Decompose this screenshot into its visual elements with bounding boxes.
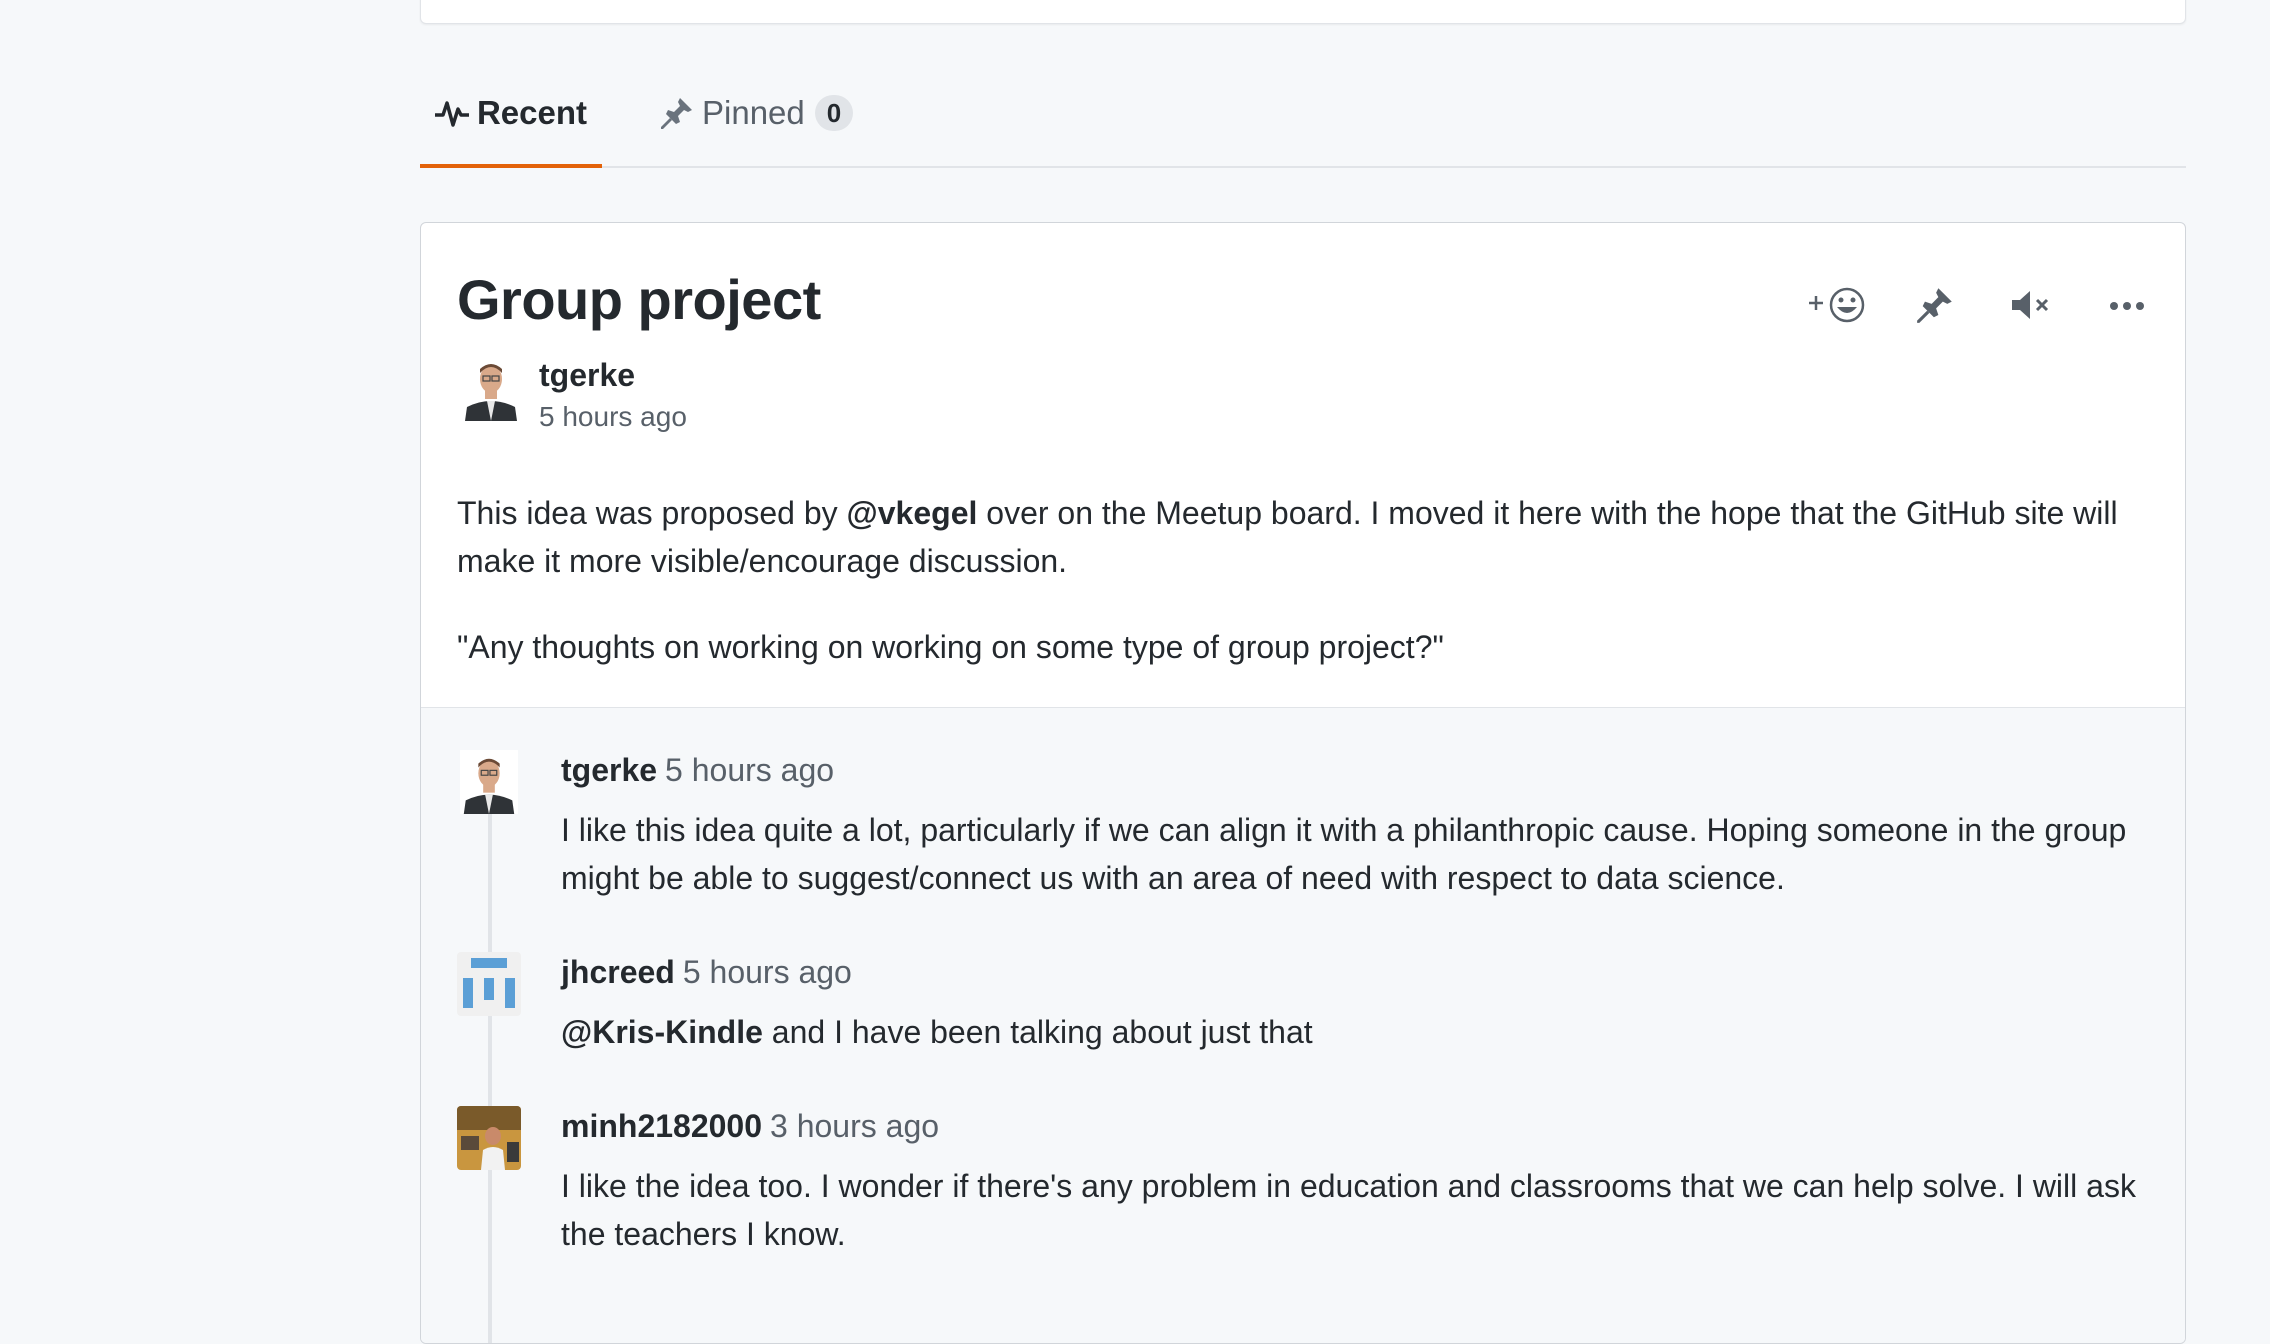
avatar[interactable]: [457, 750, 521, 814]
add-reaction-button[interactable]: [1809, 279, 1867, 335]
discussion-card: Group project tgerke 5 hours ago This id…: [420, 222, 2186, 1344]
comment-author[interactable]: minh2182000: [561, 1108, 762, 1144]
avatar[interactable]: [457, 952, 521, 1016]
avatar[interactable]: [461, 355, 521, 421]
post-text: This idea was proposed by: [457, 495, 847, 531]
more-button[interactable]: [2099, 279, 2155, 335]
post-author[interactable]: tgerke: [539, 355, 687, 395]
avatar[interactable]: [457, 1106, 521, 1170]
more-icon: [2109, 298, 2145, 316]
post-author-row: tgerke 5 hours ago: [461, 355, 687, 437]
comment-text: and I have been talking about just that: [762, 1014, 1313, 1050]
discussion-tabs: Recent Pinned 0: [420, 60, 2186, 168]
comment-body: I like this idea quite a lot, particular…: [561, 812, 2127, 896]
pinned-counter: 0: [814, 95, 854, 131]
comment-time[interactable]: 5 hours ago: [683, 954, 852, 990]
comment-author[interactable]: jhcreed: [561, 954, 675, 990]
comment-body: I like the idea too. I wonder if there's…: [561, 1168, 2136, 1252]
pin-icon: [660, 96, 694, 130]
tab-pinned[interactable]: Pinned 0: [660, 60, 854, 166]
tab-pinned-label: Pinned: [702, 94, 805, 131]
thread-line: [488, 798, 492, 1343]
post-time: 5 hours ago: [539, 401, 687, 432]
mention-link[interactable]: @Kris-Kindle: [561, 1014, 763, 1050]
comment-author[interactable]: tgerke: [561, 752, 657, 788]
pin-icon: [1916, 286, 1954, 329]
mute-button[interactable]: [2003, 279, 2059, 335]
post-actions: [1809, 279, 2155, 335]
post-body: This idea was proposed by @vkegel over o…: [457, 489, 2157, 709]
mention-link[interactable]: @vkegel: [847, 495, 978, 531]
comment-body: @Kris-Kindle and I have been talking abo…: [561, 1008, 2161, 1056]
previous-section-box: [420, 0, 2186, 24]
tab-recent-label: Recent: [476, 94, 588, 131]
pin-button[interactable]: [1907, 279, 1963, 335]
comment-time[interactable]: 3 hours ago: [770, 1108, 939, 1144]
post-title: Group project: [457, 268, 821, 331]
add-reaction-icon: [1807, 285, 1871, 330]
comments-section: tgerke 5 hours ago I like this idea quite…: [421, 707, 2185, 1343]
post-quote: "Any thoughts on working on working on s…: [457, 629, 1444, 665]
tab-recent[interactable]: Recent: [420, 60, 602, 168]
mute-icon: [2010, 288, 2052, 327]
post-paragraph: This idea was proposed by @vkegel over o…: [457, 489, 2157, 585]
pulse-icon: [434, 99, 469, 127]
comment-time[interactable]: 5 hours ago: [665, 752, 834, 788]
